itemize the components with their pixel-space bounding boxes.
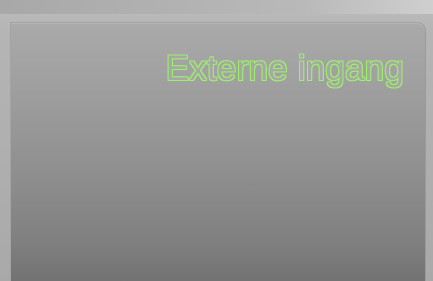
panel-shade xyxy=(11,241,425,281)
panel-title: Externe ingang xyxy=(165,49,404,88)
input-panel: Externe ingang xyxy=(10,22,426,281)
top-bar xyxy=(0,0,433,14)
